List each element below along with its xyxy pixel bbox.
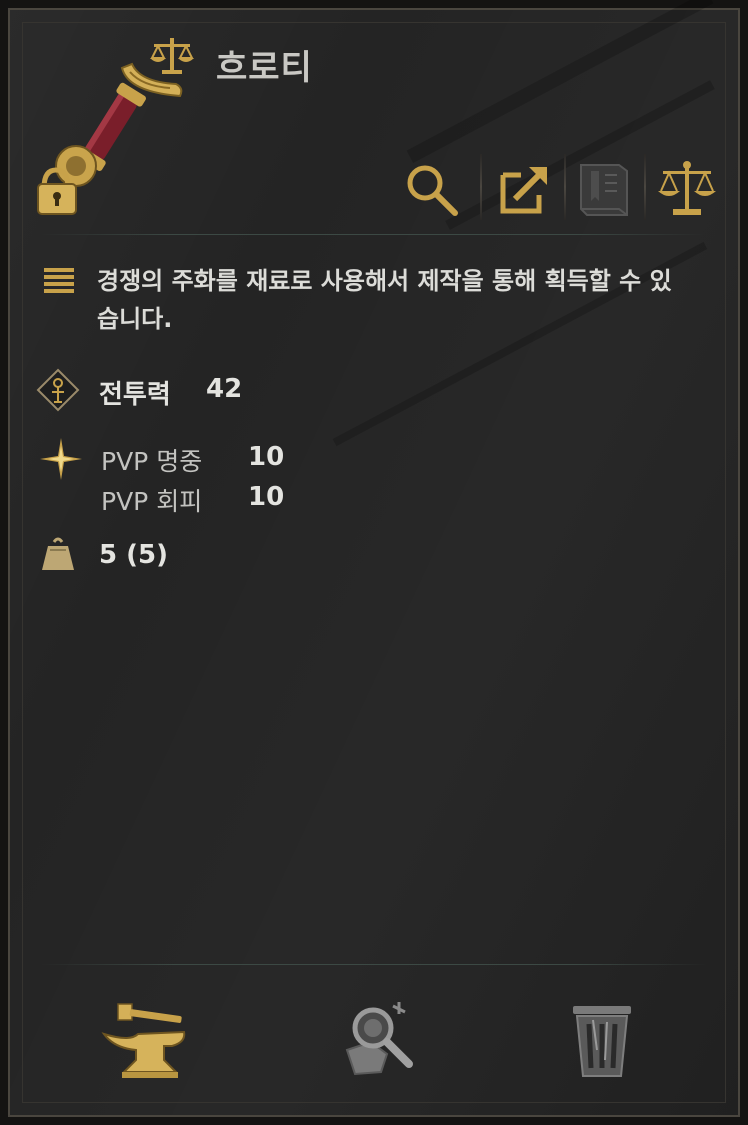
combat-power-value: 42 [206, 374, 243, 404]
pvp-accuracy-label: PVP 명중 [101, 447, 203, 476]
sword-hilt-with-lock-icon [30, 58, 190, 218]
list-icon [42, 266, 76, 296]
item-description: 경쟁의 주화를 재료로 사용해서 제작을 통해 획득할 수 있습니다. [97, 267, 672, 333]
toolbar-separator [564, 154, 566, 220]
search-button[interactable] [398, 156, 464, 222]
anvil-hammer-icon [101, 1003, 186, 1078]
footer-divider [40, 964, 708, 965]
weight-icon [40, 536, 76, 572]
item-name: 흐로티 [216, 48, 313, 88]
pvp-accuracy-value: 10 [248, 442, 285, 472]
pvp-evasion-label: PVP 회피 [101, 487, 203, 516]
discard-button[interactable] [552, 996, 652, 1084]
toolbar-separator [480, 154, 482, 220]
extract-button[interactable] [328, 996, 428, 1084]
trash-can-icon [573, 1006, 631, 1077]
scale-icon [148, 36, 196, 76]
header-divider [40, 234, 708, 235]
scale-icon [658, 161, 716, 215]
toolbar-separator [644, 154, 646, 220]
craft-button[interactable] [98, 996, 198, 1084]
book-icon [580, 164, 628, 216]
pvp-evasion-value: 10 [248, 482, 285, 512]
magnifier-with-scrap-icon [345, 1002, 413, 1076]
codex-button[interactable] [570, 156, 636, 222]
trade-button[interactable] [654, 156, 720, 222]
share-icon [500, 167, 547, 214]
magnifier-icon [407, 165, 458, 216]
share-button[interactable] [490, 156, 556, 222]
combat-power-icon [36, 368, 80, 412]
star-sparkle-icon [38, 436, 84, 482]
weight-value: 5 (5) [99, 540, 168, 570]
combat-power-label: 전투력 [99, 380, 171, 410]
